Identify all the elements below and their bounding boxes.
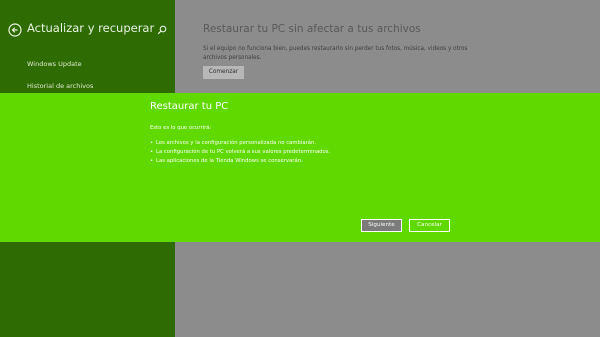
- screen: Actualizar y recuperar Windows Update Hi…: [0, 0, 600, 337]
- sidebar-item-historial-de-archivos[interactable]: Historial de archivos: [27, 82, 93, 90]
- dialog-title: Restaurar tu PC: [150, 101, 229, 112]
- dialog-intro: Esto es lo que ocurrirá:: [150, 125, 212, 131]
- next-button[interactable]: Siguiente: [361, 219, 402, 232]
- page-title: Restaurar tu PC sin afectar a tus archiv…: [203, 23, 421, 35]
- list-item: • Las aplicaciones de la Tienda Windows s…: [150, 158, 303, 164]
- cancel-button[interactable]: Cancelar: [409, 219, 450, 232]
- search-icon[interactable]: [157, 25, 167, 35]
- sidebar-title: Actualizar y recuperar: [27, 21, 155, 35]
- dialog-bullet-list: • Los archivos y la configuración persona…: [150, 139, 330, 166]
- sidebar-item-windows-update[interactable]: Windows Update: [27, 60, 82, 68]
- restore-dialog: Restaurar tu PC Esto es lo que ocurrirá:…: [0, 93, 600, 242]
- list-item: • Los archivos y la configuración persona…: [150, 140, 317, 146]
- back-arrow-icon[interactable]: [8, 23, 22, 37]
- comenzar-button[interactable]: Comenzar: [203, 66, 244, 79]
- list-item: • La configuración de tu PC volverá a sus…: [150, 149, 331, 155]
- page-description: Si el equipo no funciona bien, puedes re…: [203, 46, 468, 61]
